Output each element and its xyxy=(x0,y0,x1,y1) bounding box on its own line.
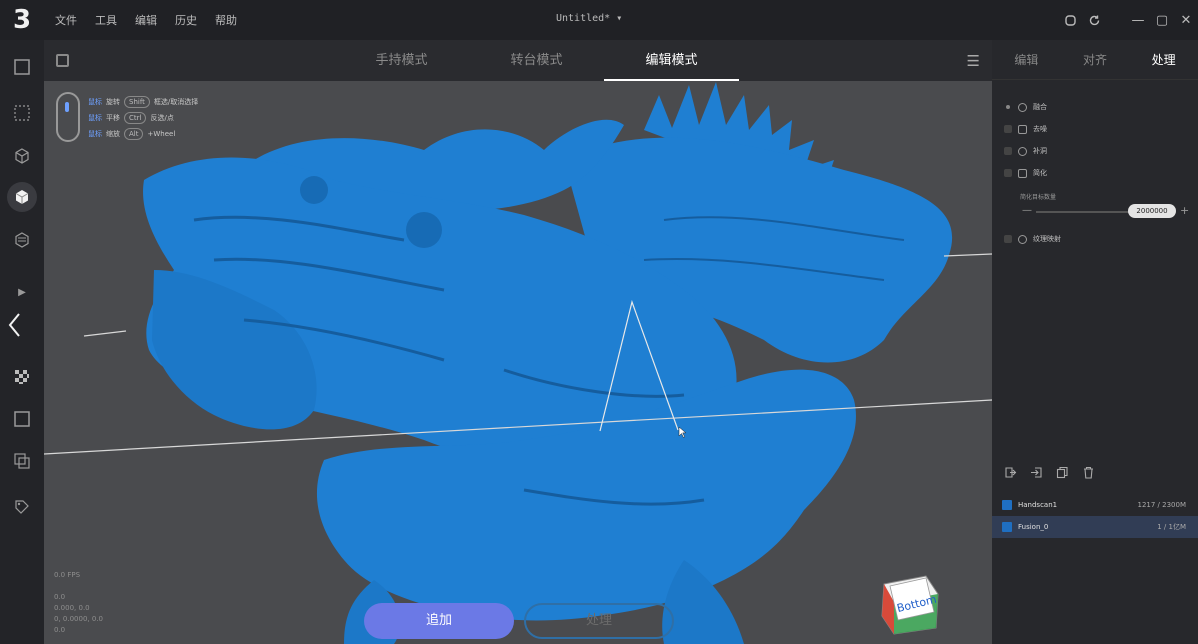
texture-icon xyxy=(1018,234,1027,244)
tab-edit[interactable]: 编辑 xyxy=(992,40,1061,79)
minimize-button[interactable]: — xyxy=(1126,8,1150,32)
layer-row[interactable]: Handscan1 1217 / 2300M xyxy=(992,494,1198,516)
back-chevron-icon[interactable] xyxy=(0,310,30,340)
trash-icon[interactable] xyxy=(1080,464,1096,480)
paint-icon[interactable] xyxy=(7,492,37,522)
document-title[interactable]: Untitled* ▾ xyxy=(556,13,622,24)
menu-bar: 文件 工具 编辑 历史 帮助 xyxy=(46,12,246,28)
tab-align[interactable]: 对齐 xyxy=(1061,40,1130,79)
tab-handheld-mode[interactable]: 手持模式 xyxy=(334,40,469,81)
hint-row: 鼠标 缩放 Alt +Wheel xyxy=(88,128,176,140)
view-cube[interactable]: Bottom xyxy=(876,572,946,636)
mode-tabs: 手持模式 转台模式 编辑模式 xyxy=(334,40,739,81)
process-item-fusion[interactable]: 融合 xyxy=(1004,102,1047,112)
tab-process[interactable]: 处理 xyxy=(1129,40,1198,79)
right-panel-tabs: 编辑 对齐 处理 xyxy=(992,40,1198,80)
box-outline-icon[interactable] xyxy=(7,141,37,171)
simplify-value[interactable]: 2000000 xyxy=(1128,204,1176,218)
frame-icon[interactable] xyxy=(7,52,37,82)
minus-icon[interactable]: — xyxy=(1022,205,1032,216)
refresh-icon[interactable] xyxy=(1082,8,1106,32)
process-item-texture[interactable]: 纹理映射 xyxy=(1004,234,1061,244)
checkbox[interactable] xyxy=(1004,125,1012,133)
checkbox[interactable] xyxy=(1004,235,1012,243)
layer-checkbox[interactable] xyxy=(1002,500,1012,510)
checker-icon[interactable] xyxy=(7,362,37,392)
app-window: 3 文件 工具 编辑 历史 帮助 Untitled* ▾ — ▢ ✕ ▶ 手持模… xyxy=(0,0,1198,644)
close-button[interactable]: ✕ xyxy=(1174,8,1198,32)
layers-icon[interactable] xyxy=(7,225,37,255)
mouse-icon xyxy=(56,92,80,142)
import-icon[interactable] xyxy=(1002,464,1018,480)
title-bar: 3 文件 工具 编辑 历史 帮助 Untitled* ▾ — ▢ ✕ xyxy=(0,0,1198,40)
menu-tools[interactable]: 工具 xyxy=(86,12,126,28)
right-panel: 编辑 对齐 处理 融合 去噪 补洞 简化 简化目标数量 — 2000000 + … xyxy=(992,40,1198,644)
fill-holes-icon xyxy=(1018,146,1027,156)
duplicate-icon[interactable] xyxy=(1054,464,1070,480)
simplify-slider[interactable]: — 2000000 + xyxy=(1022,204,1189,218)
layer-checkbox[interactable] xyxy=(1002,522,1012,532)
chevron-down-icon: ▾ xyxy=(616,13,623,24)
square-icon[interactable] xyxy=(7,404,37,434)
simplify-target-label: 简化目标数量 xyxy=(1020,194,1057,201)
viewport-menu-icon[interactable] xyxy=(56,54,69,67)
window-controls: — ▢ ✕ xyxy=(1058,0,1198,40)
left-toolbar: ▶ xyxy=(0,40,44,644)
3d-viewport[interactable]: 手持模式 转台模式 编辑模式 ☰ 鼠标 旋转 Shift 框选/取消选择 鼠标 … xyxy=(44,40,992,644)
layer-row[interactable]: Fusion_0 1 / 1亿M xyxy=(992,516,1198,538)
point-cloud-icon[interactable] xyxy=(7,98,37,128)
tab-edit-mode[interactable]: 编辑模式 xyxy=(604,40,739,81)
add-button[interactable]: 追加 xyxy=(364,603,514,639)
cube-solid-icon[interactable] xyxy=(7,182,37,212)
play-icon[interactable]: ▶ xyxy=(7,277,37,307)
plus-icon[interactable]: + xyxy=(1180,204,1189,217)
checkbox[interactable] xyxy=(1004,169,1012,177)
menu-help[interactable]: 帮助 xyxy=(206,12,246,28)
simplify-icon xyxy=(1018,168,1027,178)
process-item-fill-holes[interactable]: 补洞 xyxy=(1004,146,1047,156)
maximize-button[interactable]: ▢ xyxy=(1150,8,1174,32)
tab-turntable-mode[interactable]: 转台模式 xyxy=(469,40,604,81)
app-logo: 3 xyxy=(12,5,32,35)
mode-bar: 手持模式 转台模式 编辑模式 ☰ xyxy=(44,40,992,81)
denoise-icon xyxy=(1018,124,1027,134)
checkbox[interactable] xyxy=(1006,105,1010,109)
hamburger-menu-icon[interactable]: ☰ xyxy=(967,52,980,70)
process-item-denoise[interactable]: 去噪 xyxy=(1004,124,1047,134)
copy-icon[interactable] xyxy=(7,446,37,476)
hint-row: 鼠标 平移 Ctrl 反选/点 xyxy=(88,112,174,124)
process-item-simplify[interactable]: 简化 xyxy=(1004,168,1047,178)
document-title-text: Untitled* xyxy=(556,13,611,24)
menu-edit[interactable]: 编辑 xyxy=(126,12,166,28)
mouse-hints: 鼠标 旋转 Shift 框选/取消选择 鼠标 平移 Ctrl 反选/点 鼠标 缩… xyxy=(56,92,296,146)
menu-file[interactable]: 文件 xyxy=(46,12,86,28)
fusion-icon xyxy=(1018,102,1027,112)
cloud-icon[interactable] xyxy=(1058,8,1082,32)
hint-row: 鼠标 旋转 Shift 框选/取消选择 xyxy=(88,96,199,108)
layer-toolbar xyxy=(1002,464,1096,480)
process-button[interactable]: 处理 xyxy=(524,603,674,639)
checkbox[interactable] xyxy=(1004,147,1012,155)
export-icon[interactable] xyxy=(1028,464,1044,480)
menu-history[interactable]: 历史 xyxy=(166,12,206,28)
viewport-stats: 0.0 FPS 0.0 0.000, 0.0 0, 0.0000, 0.0 0.… xyxy=(54,571,103,634)
